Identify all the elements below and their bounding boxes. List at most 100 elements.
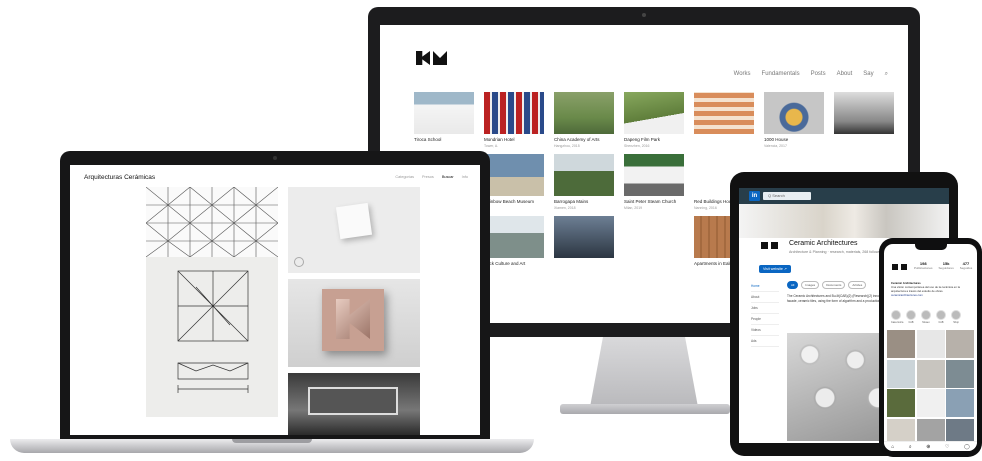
search-icon[interactable]: ⌕ (885, 71, 888, 78)
nav-say[interactable]: Say (863, 71, 873, 78)
grid-photo[interactable] (946, 359, 974, 388)
work-tile-image[interactable] (484, 92, 544, 134)
side-item-people[interactable]: People (751, 314, 779, 325)
pink-ceramic-photo[interactable] (288, 279, 420, 367)
side-item-jobs[interactable]: Jobs (751, 303, 779, 314)
work-tile-image[interactable] (764, 92, 824, 134)
work-tile-title: Mondrian Hotel (484, 137, 515, 142)
highlight-label: CAB (938, 321, 944, 324)
work-tile-title: Rainbow Beach Museum (484, 199, 535, 204)
work-tile-subtitle: Valencia, 2017 (764, 144, 787, 148)
work-tile[interactable] (694, 92, 754, 148)
linkedin-logo-icon[interactable]: in (749, 191, 760, 201)
work-tile-image[interactable] (484, 154, 544, 196)
photo-grid (887, 330, 974, 447)
grid-photo[interactable] (887, 359, 915, 388)
story-highlight[interactable]: CAB (936, 310, 946, 324)
nav-works[interactable]: Works (734, 71, 751, 78)
laptop: Arquitecturas Cerámicas Categorías Preso… (60, 151, 490, 441)
tab-documents[interactable]: Documents (822, 281, 846, 289)
story-highlights: Casa Gorra CAB Museo CAB Shop (891, 310, 961, 324)
visit-website-button[interactable]: Visit website ↗ (759, 265, 791, 273)
grid-photo[interactable] (916, 359, 945, 388)
add-post-icon[interactable]: ⊕ (926, 444, 930, 450)
work-tile-image[interactable] (624, 154, 684, 196)
story-highlight[interactable]: Shop (951, 310, 961, 324)
grid-photo[interactable] (946, 389, 974, 417)
work-tile-image[interactable] (484, 216, 544, 258)
nav-info[interactable]: Info (462, 175, 468, 179)
work-tile[interactable] (834, 92, 894, 148)
work-tile-image[interactable] (554, 216, 614, 258)
grid-photo[interactable] (916, 389, 945, 417)
side-item-videos[interactable]: Videos (751, 325, 779, 336)
dark-mold-photo[interactable] (288, 373, 420, 435)
work-tile[interactable]: 1000 House Valencia, 2017 (764, 92, 824, 148)
work-tile[interactable]: Rainbow Beach Museum (484, 154, 544, 210)
highlight-circle (906, 310, 916, 320)
company-logo-icon (761, 242, 778, 249)
grid-photo[interactable] (887, 389, 915, 417)
grid-photo[interactable] (946, 330, 974, 358)
work-tile[interactable]: China Academy of Arts Hangzhou, 2015 (554, 92, 614, 148)
grid-photo[interactable] (887, 330, 915, 358)
stat-followers[interactable]: 15k Seguidores (939, 261, 954, 270)
work-tile-image[interactable] (694, 92, 754, 134)
tab-articles[interactable]: Articles (848, 281, 867, 289)
profile-icon[interactable]: ◯ (964, 444, 970, 450)
profile-stats: 198 Publicaciones 15k Seguidores 477 Seguid… (914, 261, 972, 270)
work-tile-image[interactable] (624, 92, 684, 134)
nav-categorias[interactable]: Categorías (395, 175, 414, 179)
side-item-about[interactable]: About (751, 292, 779, 303)
nav-fundamentals[interactable]: Fundamentals (762, 71, 800, 78)
highlight-label: Shop (953, 321, 959, 324)
work-tile-image[interactable] (554, 92, 614, 134)
work-tile[interactable]: Barrogapa Mains Xiamen, 2018 (554, 154, 614, 210)
monitor-stand (590, 337, 698, 407)
nav-buscar[interactable]: Buscar (442, 175, 454, 179)
heart-icon[interactable]: ♡ (945, 444, 949, 450)
nav-posts[interactable]: Posts (811, 71, 826, 78)
work-tile-image[interactable] (414, 92, 474, 134)
work-tile[interactable]: Tiroca School (414, 92, 474, 148)
technical-drawing-image[interactable] (146, 257, 278, 417)
work-tile-image[interactable] (834, 92, 894, 134)
side-item-home[interactable]: Home (751, 281, 779, 292)
nav-presos[interactable]: Presos (422, 175, 434, 179)
work-tile[interactable]: Dapeng Film Park Shenzhen, 2016 (624, 92, 684, 148)
work-tile[interactable] (554, 216, 614, 268)
company-name: Ceramic Architectures (789, 240, 858, 247)
tablet-search-input[interactable]: Q Search (763, 192, 811, 200)
km-logo-icon[interactable] (416, 51, 447, 65)
work-tile[interactable]: Saint Peter Steam Church Milan, 2019 (624, 154, 684, 210)
work-tile-title: Brick Culture and Art (484, 261, 526, 266)
profile-link[interactable]: ceramicarchitectures.com (891, 293, 973, 297)
story-highlight[interactable]: Museo (921, 310, 931, 324)
stat-following[interactable]: 477 Seguidos (960, 261, 973, 270)
tile-pattern-image[interactable] (146, 187, 278, 257)
white-ceramic-photo[interactable] (288, 187, 420, 273)
side-item-ads[interactable]: Ads (751, 336, 779, 347)
work-tile-title: Saint Peter Steam Church (624, 199, 677, 204)
monitor-camera (642, 13, 646, 17)
grid-photo[interactable] (916, 330, 945, 358)
work-tile[interactable]: Brick Culture and Art (484, 216, 544, 268)
work-tile-image[interactable] (554, 154, 614, 196)
work-tile-subtitle: Tower, A. (484, 144, 499, 148)
phone-bottom-nav: ⌂ ⌕ ⊕ ♡ ◯ (884, 441, 977, 451)
tab-all[interactable]: All (787, 281, 799, 289)
search-icon[interactable]: ⌕ (909, 444, 912, 450)
profile-avatar-icon[interactable] (892, 264, 907, 270)
nav-about[interactable]: About (837, 71, 853, 78)
work-tile[interactable] (624, 216, 684, 268)
story-highlight[interactable]: CAB (906, 310, 916, 324)
laptop-site-title[interactable]: Arquitecturas Cerámicas (84, 174, 155, 181)
tab-images[interactable]: Images (801, 281, 820, 289)
story-highlight[interactable]: Casa Gorra (891, 310, 903, 324)
work-tile-title: Tiroca School (414, 137, 442, 142)
stat-posts[interactable]: 198 Publicaciones (914, 261, 933, 270)
home-icon[interactable]: ⌂ (891, 444, 894, 450)
phone-notch (915, 244, 947, 250)
work-tile[interactable]: Mondrian Hotel Tower, A. (484, 92, 544, 148)
work-tile-image[interactable] (624, 216, 684, 258)
